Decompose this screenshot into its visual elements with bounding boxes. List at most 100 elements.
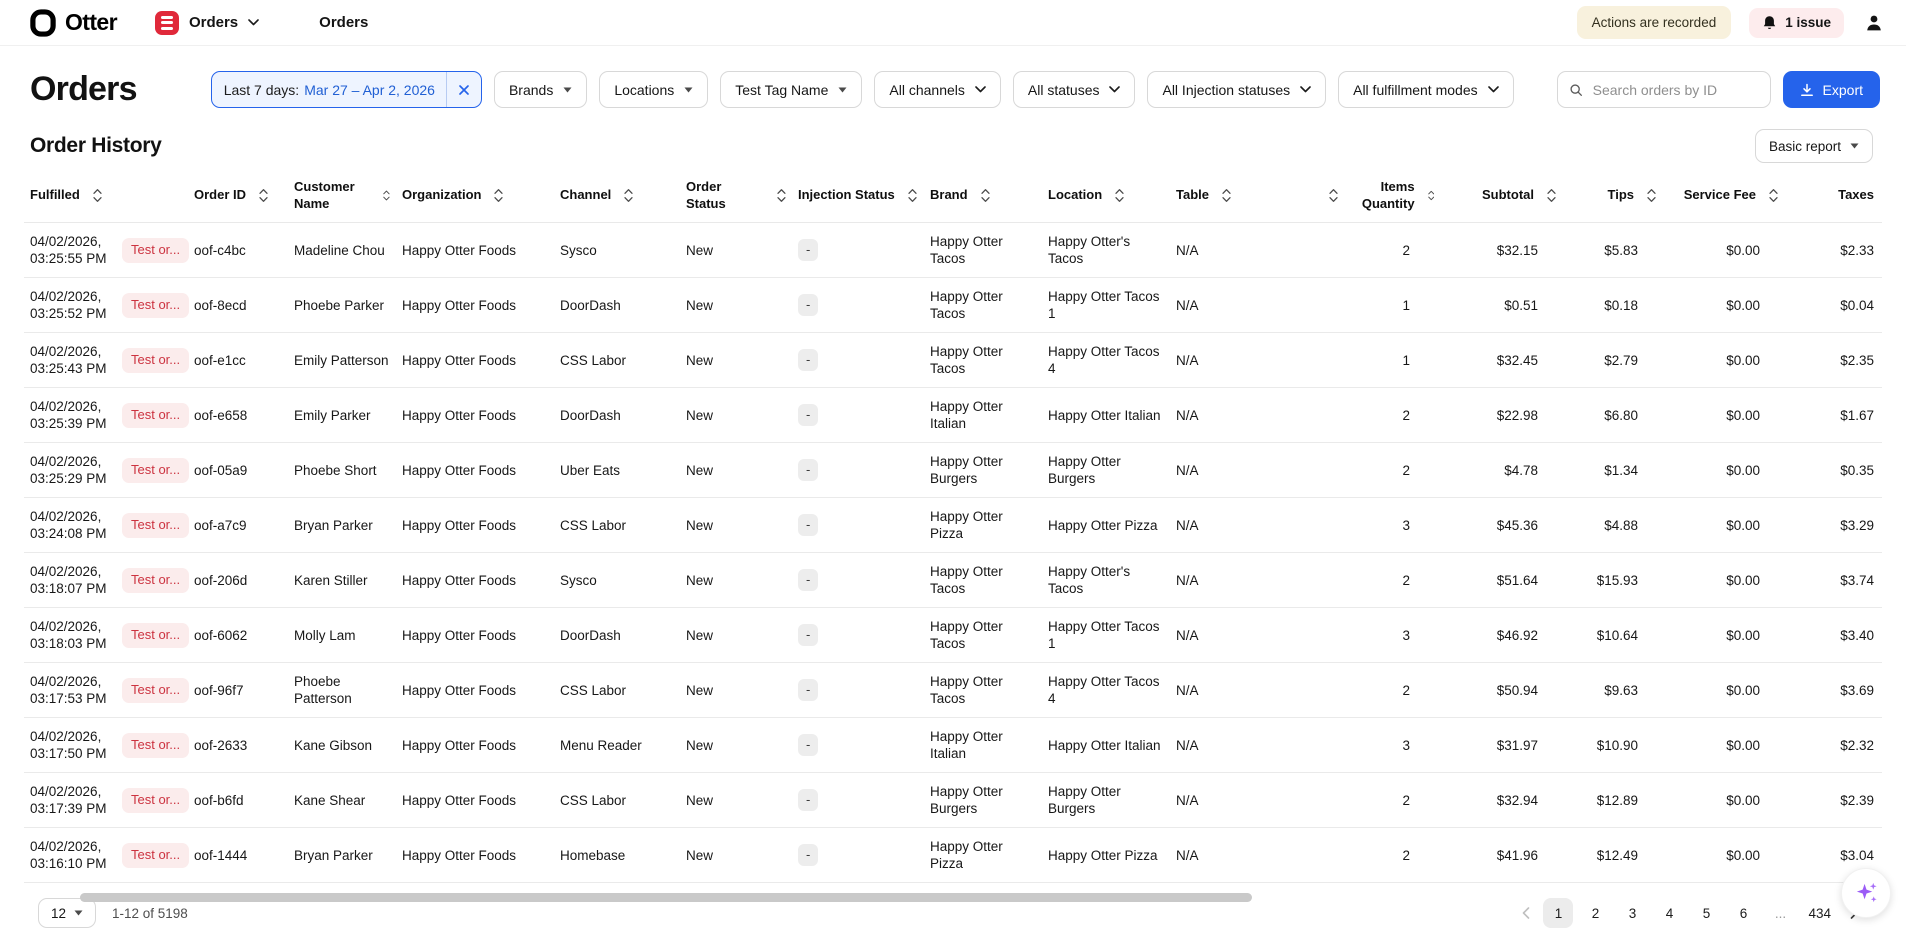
column-header-service_fee[interactable]: Service Fee [1662, 171, 1784, 223]
issue-notification-badge[interactable]: 1 issue [1749, 8, 1844, 38]
cell-items_quantity: 3 [1344, 608, 1440, 663]
page-button-1[interactable]: 1 [1543, 898, 1573, 928]
previous-page-button[interactable] [1516, 903, 1536, 923]
filter-all-fulfillment-modes[interactable]: All fulfillment modes [1338, 71, 1514, 108]
cell-brand: Happy Otter Burgers [924, 443, 1042, 498]
page-button-6[interactable]: 6 [1728, 898, 1758, 928]
sort-icon[interactable] [1115, 188, 1124, 203]
column-header-items_quantity[interactable]: Items Quantity [1344, 171, 1440, 223]
column-header-table[interactable]: Table [1170, 171, 1270, 223]
issue-badge-label: 1 issue [1785, 15, 1831, 30]
cell-tips: $15.93 [1562, 553, 1662, 608]
cell-taxes: $2.33 [1784, 223, 1882, 278]
chevron-left-icon [1522, 907, 1530, 919]
sort-icon[interactable] [1222, 188, 1231, 203]
page-size-select[interactable]: 12 [38, 898, 96, 928]
app-switcher[interactable]: Orders [155, 11, 259, 35]
column-header-order_status[interactable]: Order Status [680, 171, 792, 223]
column-header-order_id[interactable]: Order ID [188, 171, 288, 223]
report-type-select[interactable]: Basic report [1755, 129, 1873, 163]
column-header-organization[interactable]: Organization [396, 171, 554, 223]
column-header-fulfilled[interactable]: Fulfilled [24, 171, 116, 223]
sort-icon[interactable] [1769, 188, 1778, 203]
date-range-filter[interactable]: Last 7 days: Mar 27 – Apr 2, 2026 [211, 71, 482, 108]
order-row[interactable]: 04/02/2026, 03:17:53 PMTest or...oof-96f… [24, 663, 1882, 718]
cell-brand: Happy Otter Tacos [924, 608, 1042, 663]
cell-customer: Emily Patterson [288, 333, 396, 388]
order-row[interactable]: 04/02/2026, 03:17:39 PMTest or...oof-b6f… [24, 773, 1882, 828]
column-header-brand[interactable]: Brand [924, 171, 1042, 223]
filter-all-injection-statuses[interactable]: All Injection statuses [1147, 71, 1326, 108]
cell-table: N/A [1170, 773, 1270, 828]
order-row[interactable]: 04/02/2026, 03:17:50 PMTest or...oof-263… [24, 718, 1882, 773]
cell-injection_status: - [792, 443, 924, 498]
filter-brands[interactable]: Brands [494, 71, 587, 108]
cell-spacer [1270, 498, 1344, 553]
cell-fulfilled: 04/02/2026, 03:17:50 PM [24, 718, 116, 773]
order-row[interactable]: 04/02/2026, 03:18:03 PMTest or...oof-606… [24, 608, 1882, 663]
column-header-location[interactable]: Location [1042, 171, 1170, 223]
cell-injection_status: - [792, 278, 924, 333]
sort-icon[interactable] [494, 188, 503, 203]
column-header-spacer[interactable] [1270, 171, 1344, 223]
order-row[interactable]: 04/02/2026, 03:25:39 PMTest or...oof-e65… [24, 388, 1882, 443]
cell-brand: Happy Otter Italian [924, 388, 1042, 443]
sort-icon[interactable] [93, 188, 102, 203]
sort-icon[interactable] [1547, 188, 1556, 203]
cell-order_id: oof-c4bc [188, 223, 288, 278]
column-header-customer[interactable]: Customer Name [288, 171, 396, 223]
order-row[interactable]: 04/02/2026, 03:16:10 PMTest or...oof-144… [24, 828, 1882, 883]
page-button-5[interactable]: 5 [1691, 898, 1721, 928]
cell-injection_status: - [792, 828, 924, 883]
cell-taxes: $0.04 [1784, 278, 1882, 333]
cell-tips: $5.83 [1562, 223, 1662, 278]
page-button-2[interactable]: 2 [1580, 898, 1610, 928]
cell-subtotal: $41.96 [1440, 828, 1562, 883]
search-orders-input[interactable] [1591, 81, 1759, 99]
cell-channel: Menu Reader [554, 718, 680, 773]
order-row[interactable]: 04/02/2026, 03:25:52 PMTest or...oof-8ec… [24, 278, 1882, 333]
order-row[interactable]: 04/02/2026, 03:25:43 PMTest or...oof-e1c… [24, 333, 1882, 388]
order-row[interactable]: 04/02/2026, 03:24:08 PMTest or...oof-a7c… [24, 498, 1882, 553]
export-button[interactable]: Export [1783, 71, 1880, 108]
cell-brand: Happy Otter Italian [924, 718, 1042, 773]
sort-icon[interactable] [1428, 188, 1434, 203]
ai-assistant-button[interactable] [1841, 868, 1891, 918]
orders-app-icon [155, 11, 179, 35]
cell-spacer [1270, 828, 1344, 883]
cell-fulfilled: 04/02/2026, 03:24:08 PM [24, 498, 116, 553]
filter-test-tag-name[interactable]: Test Tag Name [720, 71, 862, 108]
cell-location: Happy Otter Tacos 4 [1042, 663, 1170, 718]
order-row[interactable]: 04/02/2026, 03:18:07 PMTest or...oof-206… [24, 553, 1882, 608]
column-header-channel[interactable]: Channel [554, 171, 680, 223]
sort-icon[interactable] [383, 188, 390, 203]
filter-all-channels[interactable]: All channels [874, 71, 1001, 108]
order-row[interactable]: 04/02/2026, 03:25:29 PMTest or...oof-05a… [24, 443, 1882, 498]
sort-icon[interactable] [1647, 188, 1656, 203]
column-header-tips[interactable]: Tips [1562, 171, 1662, 223]
sort-icon[interactable] [981, 188, 990, 203]
cell-order_id: oof-e658 [188, 388, 288, 443]
order-row[interactable]: 04/02/2026, 03:25:55 PMTest or...oof-c4b… [24, 223, 1882, 278]
horizontal-scrollbar[interactable] [80, 893, 1252, 902]
cell-fulfilled: 04/02/2026, 03:16:10 PM [24, 828, 116, 883]
filter-locations[interactable]: Locations [599, 71, 708, 108]
sort-icon[interactable] [259, 188, 268, 203]
cell-location: Happy Otter Pizza [1042, 828, 1170, 883]
cell-organization: Happy Otter Foods [396, 718, 554, 773]
user-account-button[interactable] [1862, 11, 1886, 35]
sort-icon[interactable] [777, 188, 786, 203]
sort-icon[interactable] [908, 188, 917, 203]
column-header-injection_status[interactable]: Injection Status [792, 171, 924, 223]
cell-organization: Happy Otter Foods [396, 773, 554, 828]
search-orders-box[interactable] [1557, 71, 1771, 108]
page-button-3[interactable]: 3 [1617, 898, 1647, 928]
sort-icon[interactable] [624, 188, 633, 203]
sort-icon[interactable] [1329, 188, 1338, 203]
column-header-subtotal[interactable]: Subtotal [1440, 171, 1562, 223]
clear-date-filter-button[interactable] [446, 72, 481, 107]
page-button-4[interactable]: 4 [1654, 898, 1684, 928]
filter-all-statuses[interactable]: All statuses [1013, 71, 1136, 108]
page-button-434[interactable]: 434 [1802, 898, 1837, 928]
cell-tips: $0.18 [1562, 278, 1662, 333]
